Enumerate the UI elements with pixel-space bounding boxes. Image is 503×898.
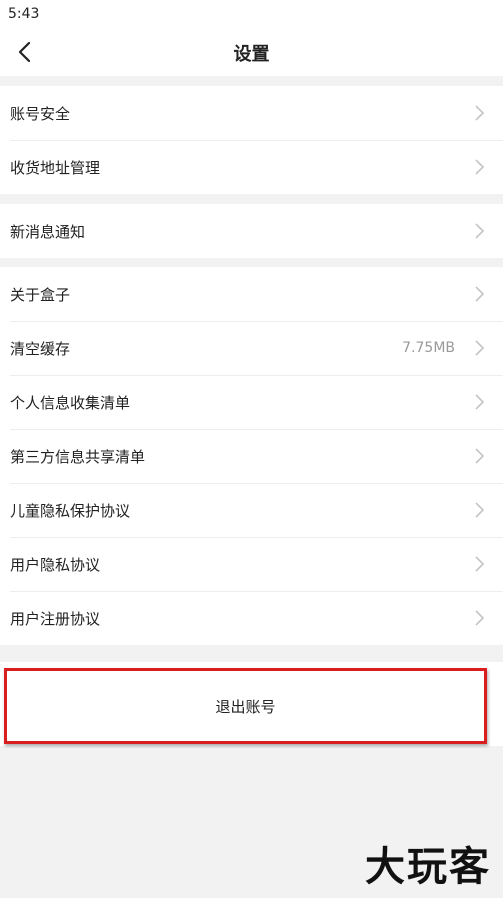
chevron-right-icon (475, 286, 485, 302)
settings-item-label: 儿童隐私保护协议 (10, 501, 131, 520)
logout-section: 退出账号 (0, 662, 503, 746)
settings-item-label: 收货地址管理 (10, 158, 101, 177)
settings-item-label: 账号安全 (10, 104, 71, 123)
settings-group-about: 关于盒子 清空缓存 7.75MB 个人信息收集清单 第三方信息共享清单 儿童隐私… (0, 267, 503, 645)
nav-bar: 设置 (0, 28, 503, 76)
settings-item-user-privacy[interactable]: 用户隐私协议 (0, 537, 503, 591)
settings-item-label: 用户隐私协议 (10, 555, 101, 574)
settings-item-label: 新消息通知 (10, 222, 86, 241)
chevron-right-icon (475, 394, 485, 410)
settings-item-about[interactable]: 关于盒子 (0, 267, 503, 321)
chevron-right-icon (475, 448, 485, 464)
settings-item-account-security[interactable]: 账号安全 (0, 86, 503, 140)
settings-group-notifications: 新消息通知 (0, 204, 503, 258)
settings-item-label: 用户注册协议 (10, 609, 101, 628)
chevron-right-icon (475, 159, 485, 175)
settings-item-personal-info-list[interactable]: 个人信息收集清单 (0, 375, 503, 429)
settings-item-address-management[interactable]: 收货地址管理 (0, 140, 503, 194)
settings-item-label: 个人信息收集清单 (10, 393, 131, 412)
status-bar: 5:43 (0, 0, 503, 28)
chevron-right-icon (475, 502, 485, 518)
status-time: 5:43 (8, 6, 40, 22)
settings-item-clear-cache[interactable]: 清空缓存 7.75MB (0, 321, 503, 375)
settings-item-new-message-notify[interactable]: 新消息通知 (0, 204, 503, 258)
chevron-right-icon (475, 340, 485, 356)
settings-group-account: 账号安全 收货地址管理 (0, 86, 503, 194)
chevron-right-icon (475, 223, 485, 239)
chevron-right-icon (475, 556, 485, 572)
settings-item-label: 第三方信息共享清单 (10, 447, 146, 466)
chevron-right-icon (475, 610, 485, 626)
chevron-right-icon (475, 105, 485, 121)
settings-item-child-privacy[interactable]: 儿童隐私保护协议 (0, 483, 503, 537)
page-title: 设置 (233, 44, 270, 65)
settings-item-third-party-share-list[interactable]: 第三方信息共享清单 (0, 429, 503, 483)
settings-item-user-registration[interactable]: 用户注册协议 (0, 591, 503, 645)
settings-item-label: 关于盒子 (10, 285, 71, 304)
logout-label: 退出账号 (215, 697, 276, 716)
settings-item-label: 清空缓存 (10, 339, 71, 358)
watermark-logo: 大玩客 (365, 844, 491, 890)
logout-button[interactable]: 退出账号 (4, 668, 487, 744)
cache-size-value: 7.75MB (402, 340, 455, 356)
